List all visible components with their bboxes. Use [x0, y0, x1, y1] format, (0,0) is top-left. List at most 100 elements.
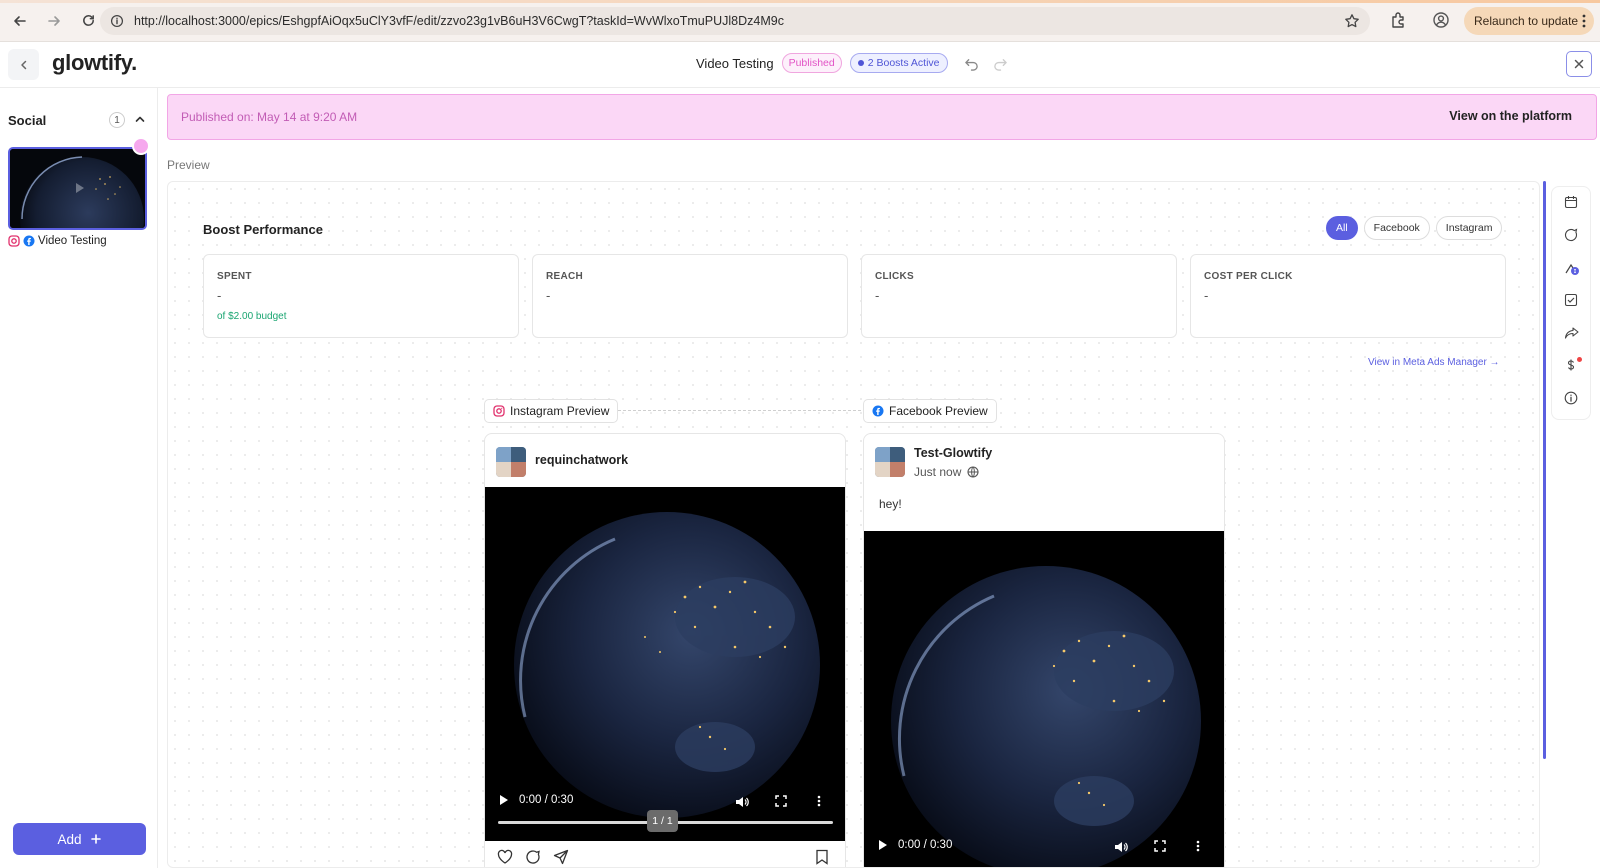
- volume-icon[interactable]: [735, 795, 749, 809]
- dollar-icon[interactable]: [1564, 358, 1578, 372]
- reload-icon[interactable]: [74, 7, 102, 35]
- undo-icon[interactable]: [964, 56, 979, 71]
- heart-icon[interactable]: [497, 849, 513, 865]
- filter-facebook[interactable]: Facebook: [1363, 216, 1430, 240]
- chevron-up-icon[interactable]: [134, 113, 146, 125]
- tool-rail: [1551, 186, 1591, 420]
- comment-icon[interactable]: [1564, 228, 1578, 242]
- sidebar-section-title: Social: [8, 113, 47, 128]
- header-title-group: Video Testing Published 2 Boosts Active: [696, 53, 1008, 73]
- notification-dot: [1577, 357, 1582, 362]
- comment-icon[interactable]: [525, 849, 541, 865]
- fullscreen-icon[interactable]: [1154, 840, 1166, 852]
- back-arrow-icon[interactable]: [6, 7, 34, 35]
- stat-label: REACH: [546, 271, 584, 282]
- stat-label: SPENT: [217, 271, 252, 282]
- media-pager: 1 / 1: [647, 810, 678, 832]
- play-icon[interactable]: [499, 794, 509, 806]
- stat-card-clicks: CLICKS -: [861, 254, 1177, 338]
- boost-icon[interactable]: [1564, 261, 1580, 277]
- more-vertical-icon[interactable]: [1196, 840, 1200, 852]
- checklist-icon[interactable]: [1564, 293, 1578, 307]
- stat-card-spent: SPENT - of $2.00 budget: [203, 254, 519, 338]
- published-banner: Published on: May 14 at 9:20 AM View on …: [167, 94, 1597, 140]
- post-item[interactable]: Video Testing: [8, 235, 107, 247]
- view-on-platform-link[interactable]: View on the platform: [1449, 109, 1572, 123]
- app-header: glowtify. Video Testing Published 2 Boos…: [0, 42, 1600, 88]
- stat-value: -: [875, 288, 880, 303]
- instagram-preview-tag: Instagram Preview: [484, 399, 619, 423]
- close-button[interactable]: [1566, 51, 1592, 77]
- stat-label: CLICKS: [875, 271, 915, 282]
- filter-all[interactable]: All: [1326, 216, 1358, 240]
- earth-video-frame: [864, 531, 1224, 867]
- connector-line: [618, 410, 866, 411]
- share-icon[interactable]: [553, 849, 569, 865]
- stat-value: -: [546, 288, 551, 303]
- profile-icon[interactable]: [1432, 11, 1450, 29]
- video-time: 0:00 / 0:30: [898, 839, 953, 851]
- relaunch-button[interactable]: Relaunch to update: [1464, 7, 1594, 35]
- browser-toolbar: http://localhost:3000/epics/EshgpfAiOqx5…: [0, 0, 1600, 42]
- facebook-video-player[interactable]: 0:00 / 0:30: [864, 531, 1224, 867]
- earth-video-frame: [485, 487, 845, 841]
- facebook-post-card: Test-Glowtify Just now hey! 0:00 / 0:30: [863, 433, 1225, 867]
- stat-value: -: [217, 288, 222, 303]
- address-bar[interactable]: http://localhost:3000/epics/EshgpfAiOqx5…: [100, 7, 1370, 35]
- stat-card-cost-per-click: COST PER CLICK -: [1190, 254, 1506, 338]
- relaunch-label: Relaunch to update: [1474, 14, 1579, 28]
- earth-thumbnail-image: [10, 149, 145, 228]
- video-time: 0:00 / 0:30: [519, 794, 574, 806]
- platform-filter-group: All Facebook Instagram: [1326, 216, 1503, 240]
- calendar-icon[interactable]: [1564, 195, 1578, 209]
- post-meta: Just now: [914, 465, 979, 479]
- forward-arrow-icon[interactable]: [40, 7, 68, 35]
- facebook-icon: [872, 405, 884, 417]
- avatar: [496, 447, 526, 477]
- selected-indicator: [132, 137, 150, 155]
- facebook-icon: [23, 235, 35, 247]
- meta-ads-manager-link[interactable]: View in Meta Ads Manager →: [1368, 357, 1500, 368]
- instagram-icon: [493, 405, 505, 417]
- budget-text: of $2.00 budget: [217, 311, 287, 322]
- url-text[interactable]: http://localhost:3000/epics/EshgpfAiOqx5…: [134, 14, 784, 28]
- video-controls: 0:00 / 0:30: [499, 794, 573, 806]
- instagram-preview-label: Instagram Preview: [510, 404, 610, 418]
- info-icon[interactable]: [1564, 391, 1578, 405]
- instagram-post-card: requinchatwork 0:00 / 0:30 1 / 1: [484, 433, 846, 867]
- add-button-label: Add: [57, 831, 82, 847]
- share-icon[interactable]: [1564, 326, 1579, 340]
- published-date: Published on: May 14 at 9:20 AM: [181, 110, 358, 124]
- boosts-active-badge[interactable]: 2 Boosts Active: [849, 53, 948, 73]
- post-thumbnail[interactable]: [8, 147, 147, 230]
- bookmark-star-icon[interactable]: [1344, 13, 1360, 29]
- volume-icon[interactable]: [1114, 840, 1128, 854]
- stat-card-reach: REACH -: [532, 254, 848, 338]
- back-button[interactable]: [8, 49, 39, 80]
- site-info-icon[interactable]: [110, 14, 124, 28]
- bookmark-icon[interactable]: [815, 849, 829, 865]
- scrollbar[interactable]: [1543, 181, 1546, 759]
- more-vertical-icon: [1582, 13, 1586, 29]
- instagram-username: requinchatwork: [535, 453, 629, 467]
- play-icon[interactable]: [878, 839, 888, 851]
- add-button[interactable]: Add: [13, 823, 146, 855]
- globe-icon: [967, 466, 979, 478]
- boost-performance-title: Boost Performance: [203, 222, 323, 237]
- instagram-video-player[interactable]: 0:00 / 0:30 1 / 1: [485, 487, 845, 841]
- avatar: [875, 447, 905, 477]
- redo-icon[interactable]: [993, 56, 1008, 71]
- extensions-puzzle-icon[interactable]: [1390, 11, 1408, 29]
- facebook-preview-label: Facebook Preview: [889, 404, 988, 418]
- close-icon: [1574, 59, 1584, 69]
- facebook-preview-tag: Facebook Preview: [863, 399, 997, 423]
- fullscreen-icon[interactable]: [775, 795, 787, 807]
- video-controls: 0:00 / 0:30: [878, 839, 952, 851]
- instagram-actions: [497, 849, 569, 865]
- more-vertical-icon[interactable]: [817, 795, 821, 807]
- filter-instagram[interactable]: Instagram: [1435, 216, 1503, 240]
- boosts-active-label: 2 Boosts Active: [867, 57, 940, 69]
- instagram-icon: [8, 235, 20, 247]
- logo[interactable]: glowtify.: [52, 50, 137, 76]
- stat-value: -: [1204, 288, 1209, 303]
